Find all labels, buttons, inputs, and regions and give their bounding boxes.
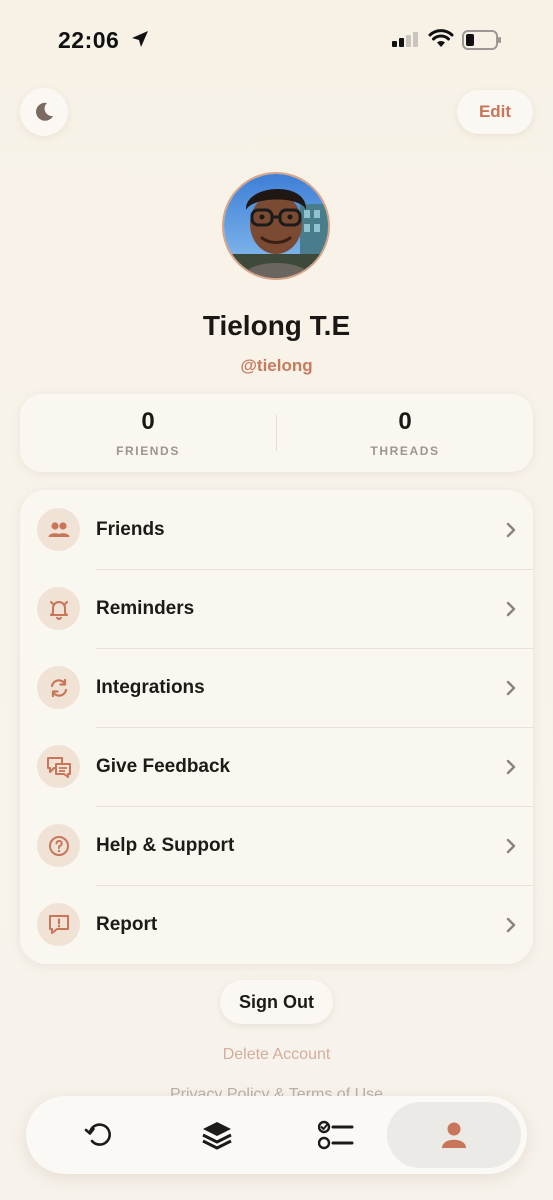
stat-friends[interactable]: 0 FRIENDS — [20, 408, 276, 458]
report-icon — [37, 903, 80, 946]
menu-item-label: Friends — [96, 518, 165, 540]
stat-value: 0 — [141, 408, 155, 435]
edit-button[interactable]: Edit — [457, 90, 533, 134]
profile-handle: @tielong — [240, 356, 313, 375]
tab-checklist[interactable] — [269, 1102, 403, 1168]
tab-history[interactable] — [32, 1102, 166, 1168]
menu-item-give-feedback[interactable]: Give Feedback — [20, 727, 533, 806]
stat-threads[interactable]: 0 THREADS — [277, 408, 533, 458]
feedback-icon — [37, 745, 80, 788]
friends-icon — [37, 508, 80, 551]
chevron-right-icon — [506, 680, 516, 695]
chevron-right-icon — [506, 917, 516, 932]
delete-account-link[interactable]: Delete Account — [0, 1046, 553, 1064]
tab-bar — [26, 1096, 527, 1174]
sync-icon — [37, 666, 80, 709]
chevron-right-icon — [506, 759, 516, 774]
stat-label: FRIENDS — [116, 444, 180, 458]
dark-mode-toggle[interactable] — [20, 88, 68, 136]
menu-item-report[interactable]: Report — [20, 885, 533, 964]
menu-item-label: Help & Support — [96, 834, 235, 856]
battery-icon — [462, 30, 501, 50]
menu-item-help-support[interactable]: Help & Support — [20, 806, 533, 885]
checklist-icon — [318, 1120, 354, 1150]
tab-profile[interactable] — [387, 1102, 521, 1168]
question-icon — [37, 824, 80, 867]
chevron-right-icon — [506, 838, 516, 853]
chevron-right-icon — [506, 522, 516, 537]
settings-menu: Friends Reminders Integrations Give Feed… — [20, 490, 533, 964]
stat-value: 0 — [398, 408, 412, 435]
location-arrow-icon — [132, 31, 148, 47]
menu-item-reminders[interactable]: Reminders — [20, 569, 533, 648]
wifi-icon — [428, 29, 454, 47]
stats-card: 0 FRIENDS 0 THREADS — [20, 394, 533, 472]
profile-name: Tielong T.E — [202, 310, 351, 341]
chevron-right-icon — [506, 601, 516, 616]
cellular-signal-icon — [392, 32, 418, 47]
avatar-photo — [224, 174, 328, 278]
status-bar: 22:06 — [0, 0, 553, 70]
profile-screen: 22:06 Edit Tielong T.E @tielong 0 FRIEND… — [0, 0, 553, 1200]
menu-item-label: Integrations — [96, 676, 205, 698]
menu-item-integrations[interactable]: Integrations — [20, 648, 533, 727]
bell-icon — [37, 587, 80, 630]
menu-item-friends[interactable]: Friends — [20, 490, 533, 569]
menu-item-label: Reminders — [96, 597, 195, 619]
stat-label: THREADS — [370, 444, 440, 458]
sign-out-button[interactable]: Sign Out — [220, 980, 333, 1024]
history-icon — [84, 1123, 111, 1146]
status-time: 22:06 — [58, 27, 120, 53]
tab-layers[interactable] — [150, 1102, 284, 1168]
avatar[interactable] — [222, 172, 330, 280]
layers-icon — [202, 1122, 232, 1150]
menu-item-label: Give Feedback — [96, 755, 231, 777]
menu-item-label: Report — [96, 913, 158, 935]
moon-icon — [36, 102, 53, 121]
profile-icon — [442, 1122, 466, 1148]
